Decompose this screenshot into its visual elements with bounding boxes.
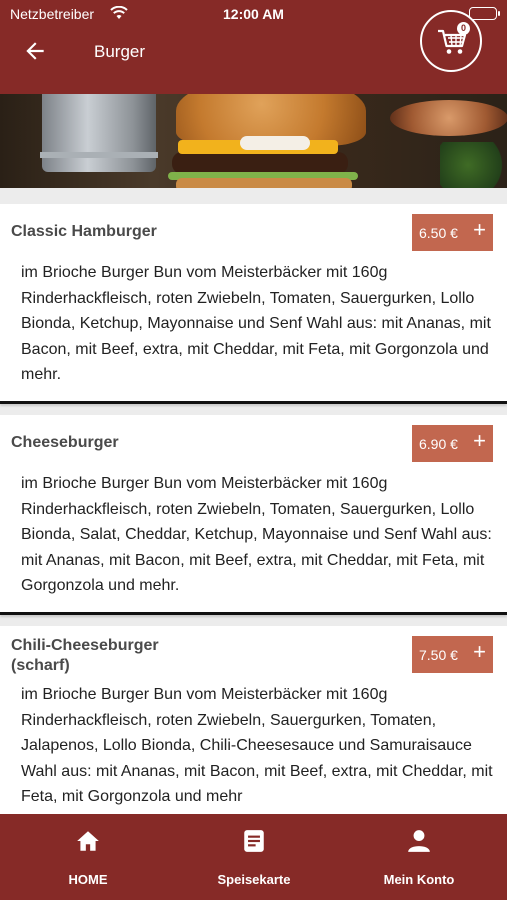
hero-bucket [42, 94, 156, 172]
hero-burger-patty [172, 152, 348, 174]
menu-item-card: Chili-Cheeseburger (scharf) 7.50 € + im … [0, 626, 507, 814]
menu-card-icon [244, 830, 264, 852]
category-hero-image [0, 94, 507, 188]
tab-mein-konto[interactable]: Mein Konto [366, 814, 472, 900]
add-to-cart-button[interactable]: 6.50 € + [412, 214, 493, 251]
tab-home[interactable]: HOME [38, 814, 138, 900]
item-name: Chili-Cheeseburger (scharf) [11, 637, 159, 674]
plus-icon: + [473, 428, 486, 453]
bottom-tab-bar: HOME Speisekarte Mein Konto [0, 814, 507, 900]
plus-icon: + [473, 217, 486, 242]
item-description: im Brioche Burger Bun vom Meisterbäcker … [21, 264, 491, 383]
hero-burger-sauce [240, 136, 310, 150]
battery-tip [498, 11, 500, 16]
hero-burger-bottom [176, 178, 352, 188]
item-name: Classic Hamburger [11, 223, 157, 240]
user-icon [408, 830, 430, 852]
page-title: Burger [94, 42, 146, 61]
item-price: 6.90 € [419, 436, 458, 452]
cart-button[interactable]: 0 [420, 10, 482, 72]
item-description: im Brioche Burger Bun vom Meisterbäcker … [21, 475, 492, 594]
tab-label: Mein Konto [383, 872, 455, 887]
cart-count-badge: 0 [457, 22, 470, 35]
plus-icon: + [473, 639, 486, 664]
menu-item-card: Cheeseburger 6.90 € + im Brioche Burger … [0, 415, 507, 615]
item-description: im Brioche Burger Bun vom Meisterbäcker … [21, 686, 493, 805]
tab-label: Speisekarte [217, 872, 291, 887]
battery-icon [469, 7, 497, 20]
hero-side-plate [390, 100, 507, 136]
tab-speisekarte[interactable]: Speisekarte [196, 814, 312, 900]
add-to-cart-button[interactable]: 7.50 € + [412, 636, 493, 673]
menu-item-card: Classic Hamburger 6.50 € + im Brioche Bu… [0, 204, 507, 404]
item-price: 7.50 € [419, 647, 458, 663]
hero-herbs [440, 142, 507, 188]
menu-list: Classic Hamburger 6.50 € + im Brioche Bu… [0, 188, 507, 814]
add-to-cart-button[interactable]: 6.90 € + [412, 425, 493, 462]
back-button[interactable] [22, 38, 58, 66]
home-icon [77, 831, 99, 851]
item-price: 6.50 € [419, 225, 458, 241]
hero-bucket-ring [40, 152, 158, 158]
tab-label: HOME [68, 872, 108, 887]
item-name: Cheeseburger [11, 434, 119, 451]
arrow-left-icon [26, 42, 44, 60]
